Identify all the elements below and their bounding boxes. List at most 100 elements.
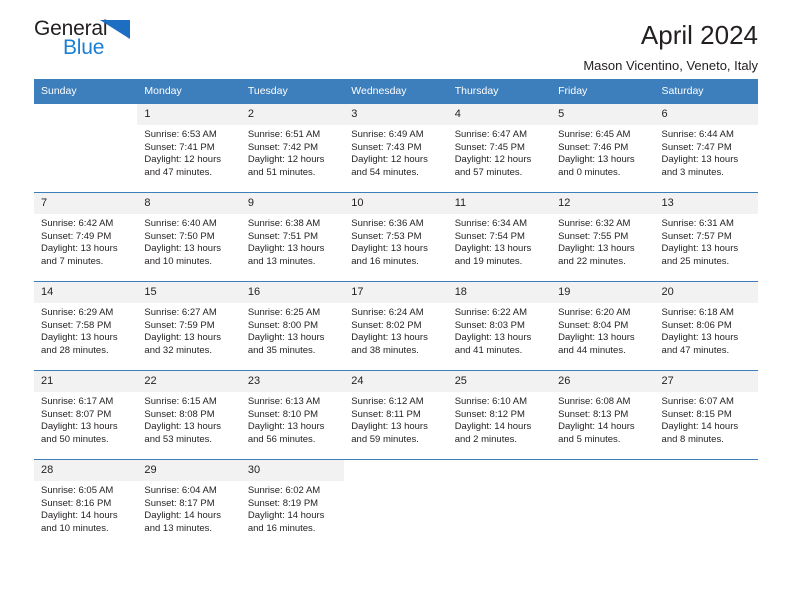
day-cell[interactable]: 17 Sunrise: 6:24 AM Sunset: 8:02 PM Dayligh… [344,281,448,370]
sunrise-text: Sunrise: 6:20 AM [558,307,631,318]
day-cell[interactable]: 9 Sunrise: 6:38 AM Sunset: 7:51 PM Daylight… [240,192,345,281]
day-details: Sunrise: 6:44 AM Sunset: 7:47 PM Daylight:… [655,125,758,179]
day-cell[interactable]: 6 Sunrise: 6:44 AM Sunset: 7:47 PM Daylight… [654,103,758,192]
day-cell[interactable]: 2 Sunrise: 6:51 AM Sunset: 7:42 PM Daylight… [240,103,345,192]
day-cell[interactable]: 21 Sunrise: 6:17 AM Sunset: 8:07 PM Dayligh… [34,370,138,459]
sunset-text: Sunset: 7:49 PM [41,230,112,242]
sunset-text: Sunset: 7:53 PM [351,230,422,242]
day-cell[interactable]: 8 Sunrise: 6:40 AM Sunset: 7:50 PM Daylight… [137,192,241,281]
weekday-header-saturday: Saturday [654,79,758,103]
calendar-cell: 24 Sunrise: 6:12 AM Sunset: 8:11 PM Dayligh… [344,370,448,459]
day-cell[interactable]: 30 Sunrise: 6:02 AM Sunset: 8:19 PM Dayligh… [240,459,345,548]
sunset-text: Sunset: 8:17 PM [144,497,215,509]
calendar-cell: 28 Sunrise: 6:05 AM Sunset: 8:16 PM Dayligh… [34,459,138,548]
daylight-text: Daylight: 14 hours and 5 minutes. [558,421,635,445]
day-cell[interactable]: 15 Sunrise: 6:27 AM Sunset: 7:59 PM Dayligh… [137,281,241,370]
daylight-text: Daylight: 13 hours and 56 minutes. [247,421,325,445]
calendar-cell: 10 Sunrise: 6:36 AM Sunset: 7:53 PM Dayligh… [344,192,448,281]
day-cell[interactable]: 18 Sunrise: 6:22 AM Sunset: 8:03 PM Dayligh… [447,281,552,370]
sunset-text: Sunset: 8:07 PM [41,408,112,420]
page-header: General Blue April 2024 Mason Vicentino,… [34,0,758,73]
sunrise-text: Sunrise: 6:05 AM [41,485,114,496]
daylight-text: Daylight: 13 hours and 13 minutes. [247,243,325,267]
day-number: 8 [137,193,241,214]
general-blue-logo[interactable]: General Blue [34,18,164,66]
daylight-text: Daylight: 13 hours and 44 minutes. [558,332,635,356]
day-details: Sunrise: 6:13 AM Sunset: 8:10 PM Daylight:… [241,392,344,446]
day-details: Sunrise: 6:25 AM Sunset: 8:00 PM Daylight:… [241,303,344,357]
day-cell[interactable]: 14 Sunrise: 6:29 AM Sunset: 7:58 PM Dayligh… [34,281,138,370]
day-cell[interactable]: 7 Sunrise: 6:42 AM Sunset: 7:49 PM Daylight… [34,192,138,281]
day-cell[interactable]: 10 Sunrise: 6:36 AM Sunset: 7:53 PM Dayligh… [344,192,448,281]
day-cell[interactable]: 4 Sunrise: 6:47 AM Sunset: 7:45 PM Daylight… [447,103,552,192]
day-cell[interactable]: 1 Sunrise: 6:53 AM Sunset: 7:41 PM Daylight… [137,103,241,192]
sunrise-text: Sunrise: 6:25 AM [247,307,321,318]
day-cell[interactable]: 5 Sunrise: 6:45 AM Sunset: 7:46 PM Daylight… [551,103,655,192]
calendar-week-row: 1 Sunrise: 6:53 AM Sunset: 7:41 PM Daylight… [34,103,758,192]
day-cell[interactable]: 25 Sunrise: 6:10 AM Sunset: 8:12 PM Dayligh… [447,370,552,459]
day-details: Sunrise: 6:42 AM Sunset: 7:49 PM Daylight:… [34,214,137,268]
day-cell[interactable]: 24 Sunrise: 6:12 AM Sunset: 8:11 PM Dayligh… [344,370,448,459]
calendar-cell: 2 Sunrise: 6:51 AM Sunset: 7:42 PM Daylight… [240,103,345,192]
day-cell[interactable]: 22 Sunrise: 6:15 AM Sunset: 8:08 PM Dayligh… [137,370,241,459]
daylight-text: Daylight: 13 hours and 7 minutes. [41,243,118,267]
day-cell-empty [654,459,758,548]
daylight-text: Daylight: 13 hours and 28 minutes. [41,332,118,356]
day-number: 11 [447,193,552,214]
day-number: 14 [34,282,138,303]
day-cell[interactable]: 13 Sunrise: 6:31 AM Sunset: 7:57 PM Dayligh… [654,192,758,281]
sunrise-text: Sunrise: 6:51 AM [247,129,321,140]
daylight-text: Daylight: 13 hours and 50 minutes. [41,421,118,445]
calendar-cell [34,103,138,192]
day-number: 23 [240,371,345,392]
sunset-text: Sunset: 7:47 PM [661,141,732,153]
day-cell-empty [551,459,655,548]
sunset-text: Sunset: 7:59 PM [144,319,215,331]
calendar-cell: 11 Sunrise: 6:34 AM Sunset: 7:54 PM Dayligh… [447,192,552,281]
sunrise-text: Sunrise: 6:02 AM [247,485,321,496]
daylight-text: Daylight: 13 hours and 47 minutes. [661,332,739,356]
calendar-cell [344,459,448,548]
calendar-week-row: 21 Sunrise: 6:17 AM Sunset: 8:07 PM Dayligh… [34,370,758,459]
sunset-text: Sunset: 8:15 PM [661,408,732,420]
sunrise-text: Sunrise: 6:42 AM [41,218,114,229]
calendar-cell [551,459,655,548]
sunrise-text: Sunrise: 6:53 AM [144,129,217,140]
sunrise-text: Sunrise: 6:08 AM [558,396,631,407]
day-cell[interactable]: 11 Sunrise: 6:34 AM Sunset: 7:54 PM Dayligh… [447,192,552,281]
day-details: Sunrise: 6:34 AM Sunset: 7:54 PM Daylight:… [448,214,551,268]
day-cell[interactable]: 23 Sunrise: 6:13 AM Sunset: 8:10 PM Dayligh… [240,370,345,459]
day-cell[interactable]: 19 Sunrise: 6:20 AM Sunset: 8:04 PM Dayligh… [551,281,655,370]
day-details: Sunrise: 6:05 AM Sunset: 8:16 PM Daylight:… [34,481,137,535]
day-number: 20 [654,282,758,303]
day-cell[interactable]: 26 Sunrise: 6:08 AM Sunset: 8:13 PM Dayligh… [551,370,655,459]
day-number [654,460,758,481]
calendar-cell: 14 Sunrise: 6:29 AM Sunset: 7:58 PM Dayligh… [34,281,138,370]
day-details: Sunrise: 6:15 AM Sunset: 8:08 PM Daylight:… [137,392,240,446]
sunrise-text: Sunrise: 6:18 AM [661,307,734,318]
day-cell[interactable]: 27 Sunrise: 6:07 AM Sunset: 8:15 PM Dayligh… [654,370,758,459]
calendar-cell: 30 Sunrise: 6:02 AM Sunset: 8:19 PM Dayligh… [240,459,345,548]
day-details: Sunrise: 6:18 AM Sunset: 8:06 PM Daylight:… [655,303,758,357]
sunset-text: Sunset: 8:08 PM [144,408,215,420]
day-number: 9 [240,193,345,214]
calendar-cell: 3 Sunrise: 6:49 AM Sunset: 7:43 PM Daylight… [344,103,448,192]
day-details: Sunrise: 6:22 AM Sunset: 8:03 PM Daylight:… [448,303,551,357]
day-number: 24 [344,371,448,392]
day-number: 6 [654,104,758,125]
daylight-text: Daylight: 13 hours and 25 minutes. [661,243,739,267]
day-number: 2 [240,104,345,125]
sunrise-text: Sunrise: 6:17 AM [41,396,114,407]
calendar-cell: 15 Sunrise: 6:27 AM Sunset: 7:59 PM Dayligh… [137,281,241,370]
day-cell[interactable]: 3 Sunrise: 6:49 AM Sunset: 7:43 PM Daylight… [344,103,448,192]
day-cell[interactable]: 12 Sunrise: 6:32 AM Sunset: 7:55 PM Dayligh… [551,192,655,281]
day-cell-empty [447,459,552,548]
day-cell[interactable]: 16 Sunrise: 6:25 AM Sunset: 8:00 PM Dayligh… [240,281,345,370]
day-cell[interactable]: 20 Sunrise: 6:18 AM Sunset: 8:06 PM Dayligh… [654,281,758,370]
day-cell[interactable]: 29 Sunrise: 6:04 AM Sunset: 8:17 PM Dayligh… [137,459,241,548]
sunset-text: Sunset: 8:10 PM [247,408,319,420]
sunset-text: Sunset: 8:02 PM [351,319,422,331]
day-number: 15 [137,282,241,303]
day-cell[interactable]: 28 Sunrise: 6:05 AM Sunset: 8:16 PM Dayligh… [34,459,138,548]
day-number: 16 [240,282,345,303]
